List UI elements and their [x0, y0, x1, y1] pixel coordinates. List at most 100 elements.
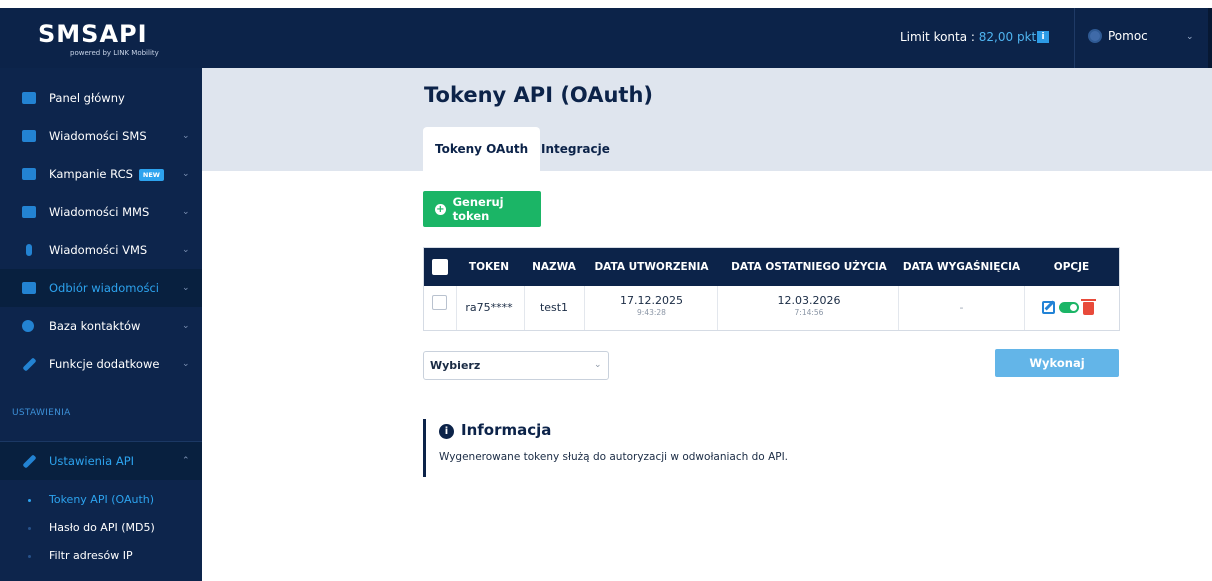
row-options	[1042, 299, 1096, 315]
bullet-icon	[28, 527, 31, 530]
sidebar-item-label: Odbiór wiadomości	[49, 281, 159, 295]
sidebar-item-label: Wiadomości VMS	[49, 243, 148, 257]
sidebar-item-text: Kampanie RCS	[49, 167, 133, 181]
column-header-token[interactable]: TOKEN	[459, 248, 519, 286]
sidebar-item-label: Wiadomości SMS	[49, 129, 147, 143]
plus-circle-icon: +	[435, 203, 446, 215]
column-header-expires[interactable]: DATA WYGAŚNIĘCIA	[899, 248, 1024, 286]
expires-value: -	[959, 301, 964, 314]
table-row: ra75**** test1 17.12.2025 9:43:28 12.03.…	[424, 286, 1119, 330]
row-checkbox[interactable]	[432, 295, 447, 310]
chevron-down-icon: ⌄	[182, 169, 190, 179]
topbar-divider	[1074, 8, 1075, 68]
topbar-edge	[1208, 8, 1212, 68]
logo-tagline: powered by LINK Mobility	[70, 49, 159, 57]
chevron-down-icon[interactable]: ⌄	[1186, 32, 1194, 42]
sidebar-subitem-oauth-tokens[interactable]: Tokeny API (OAuth)	[0, 486, 202, 514]
edit-icon[interactable]	[1042, 301, 1055, 314]
name-cell: test1	[539, 301, 569, 314]
token-cell: ra75****	[465, 301, 513, 314]
sidebar-item-label: Ustawienia API	[49, 454, 135, 468]
info-text: Wygenerowane tokeny służą do autoryzacji…	[439, 451, 789, 463]
table-header: TOKEN NAZWA DATA UTWORZENIA DATA OSTATNI…	[424, 248, 1119, 286]
column-header-created[interactable]: DATA UTWORZENIA	[588, 248, 715, 286]
info-icon: i	[439, 424, 454, 439]
contacts-icon	[22, 320, 34, 332]
top-bar: SMSAPI powered by LINK Mobility Limit ko…	[0, 8, 1212, 68]
tokens-table: TOKEN NAZWA DATA UTWORZENIA DATA OSTATNI…	[423, 247, 1120, 331]
account-limit: Limit konta : 82,00 pkt	[900, 30, 1036, 44]
sidebar-subitem-ip-filter[interactable]: Filtr adresów IP	[0, 542, 202, 570]
sidebar-item-label: Kampanie RCS NEW	[49, 167, 164, 181]
vms-icon	[26, 244, 32, 256]
sidebar-subitem-md5-password[interactable]: Hasło do API (MD5)	[0, 514, 202, 542]
trash-icon[interactable]	[1081, 299, 1096, 315]
sidebar-item-api-settings[interactable]: Ustawienia API ⌃	[0, 442, 202, 480]
logo[interactable]: SMSAPI powered by LINK Mobility	[0, 8, 202, 68]
sidebar-item-contacts[interactable]: Baza kontaktów ⌄	[0, 307, 202, 345]
bullet-icon	[28, 555, 31, 558]
logo-wordmark: SMSAPI	[38, 20, 148, 48]
info-title: Informacja	[461, 421, 552, 439]
tab-oauth-tokens[interactable]: Tokeny OAuth	[423, 127, 541, 171]
created-date: 17.12.2025	[620, 294, 683, 307]
sidebar-item-label: Funkcje dodatkowe	[49, 357, 160, 371]
help-label: Pomoc	[1108, 29, 1148, 43]
execute-button[interactable]: Wykonaj	[995, 349, 1119, 377]
app-frame: SMSAPI powered by LINK Mobility Limit ko…	[0, 0, 1212, 581]
sidebar-subitem-label: Filtr adresów IP	[49, 549, 133, 562]
wrench-icon	[22, 356, 37, 372]
page-header	[202, 68, 1212, 171]
expires-cell: -	[899, 286, 1024, 330]
sidebar-item-rcs[interactable]: Kampanie RCS NEW ⌄	[0, 155, 202, 193]
bullet-icon	[28, 499, 31, 502]
mms-icon	[22, 206, 36, 218]
last-used-time: 7:14:56	[794, 308, 824, 317]
generate-token-button[interactable]: + Generuj token	[423, 191, 541, 227]
cell-divider	[456, 286, 457, 330]
column-header-name[interactable]: NAZWA	[528, 248, 580, 286]
cell-divider	[1024, 286, 1025, 330]
wrench-icon	[22, 453, 37, 469]
bulk-action-value: Wybierz	[430, 359, 481, 372]
bulk-action-select[interactable]: Wybierz ⌄	[423, 351, 609, 380]
sidebar-item-label: Baza kontaktów	[49, 319, 141, 333]
sidebar-subitem-label: Hasło do API (MD5)	[49, 521, 155, 534]
sidebar-item-sms[interactable]: Wiadomości SMS ⌄	[0, 117, 202, 155]
sidebar-item-label: Wiadomości MMS	[49, 205, 150, 219]
created-cell: 17.12.2025 9:43:28	[588, 286, 715, 330]
toggle-icon[interactable]	[1059, 302, 1079, 313]
sidebar-item-vms[interactable]: Wiadomości VMS ⌄	[0, 231, 202, 269]
inbox-icon	[22, 282, 36, 294]
last-used-date: 12.03.2026	[777, 294, 841, 307]
sidebar-section-title: USTAWIENIA	[12, 408, 71, 418]
chevron-down-icon: ⌄	[182, 245, 190, 255]
cell-divider	[524, 286, 525, 330]
sidebar: Panel główny Wiadomości SMS ⌄ Kampanie R…	[0, 68, 202, 581]
sidebar-item-mms[interactable]: Wiadomości MMS ⌄	[0, 193, 202, 231]
cell-divider	[584, 286, 585, 330]
column-header-options: OPCJE	[1053, 261, 1090, 273]
sms-icon	[22, 130, 36, 142]
chevron-down-icon: ⌄	[182, 207, 190, 217]
chevron-down-icon: ⌄	[182, 131, 190, 141]
lifebuoy-icon	[1088, 29, 1102, 43]
page-title: Tokeny API (OAuth)	[424, 83, 654, 107]
sidebar-item-dashboard[interactable]: Panel główny	[0, 79, 202, 117]
home-icon	[22, 92, 36, 104]
generate-token-label: Generuj token	[452, 195, 504, 223]
select-all-checkbox[interactable]	[432, 259, 448, 275]
sidebar-item-inbox[interactable]: Odbiór wiadomości ⌄	[0, 269, 202, 307]
tab-integrations[interactable]: Integracje	[529, 127, 622, 171]
sidebar-item-extras[interactable]: Funkcje dodatkowe ⌄	[0, 345, 202, 383]
created-time: 9:43:28	[637, 308, 666, 317]
chevron-down-icon: ⌄	[182, 359, 190, 369]
column-header-last-used[interactable]: DATA OSTATNIEGO UŻYCIA	[719, 248, 899, 286]
last-used-cell: 12.03.2026 7:14:56	[719, 286, 899, 330]
account-limit-value: 82,00 pkt	[978, 30, 1037, 44]
rcs-icon	[22, 168, 36, 180]
chevron-down-icon: ⌄	[594, 360, 602, 370]
help-menu[interactable]: Pomoc	[1088, 29, 1148, 43]
limit-info-icon[interactable]: i	[1037, 31, 1049, 43]
new-badge: NEW	[138, 168, 164, 181]
